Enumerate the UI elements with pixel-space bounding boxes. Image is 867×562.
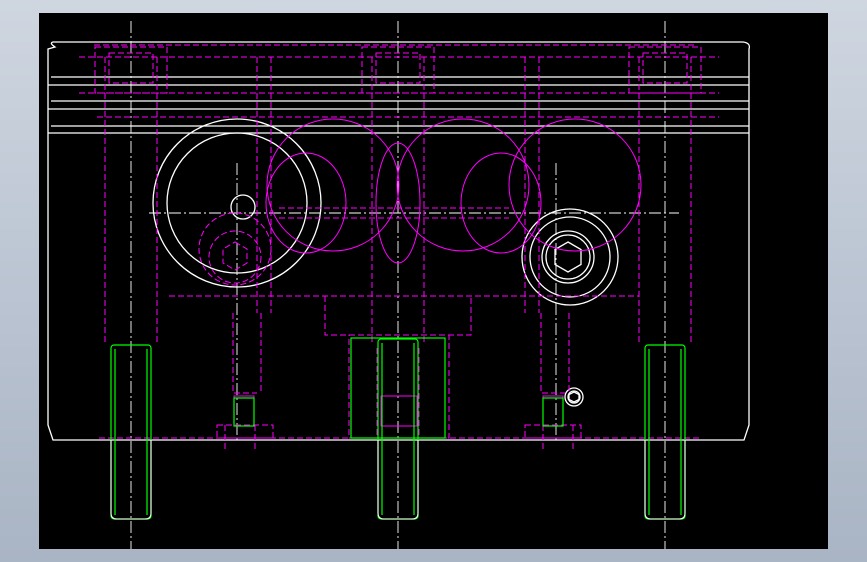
- small-insert-right: [542, 397, 564, 427]
- mold-assembly-drawing: [47, 21, 751, 549]
- main-body-outline: [47, 41, 751, 441]
- hex-socket-screw-icon: [554, 241, 582, 273]
- pin-hole: [230, 194, 256, 220]
- outer-profile: [47, 41, 751, 441]
- bore-right-outer: [521, 208, 619, 306]
- port-1: [266, 118, 400, 252]
- hidden-lines: [79, 44, 719, 450]
- centerlines: [130, 21, 679, 549]
- cad-viewport[interactable]: [39, 13, 828, 549]
- screw-head-outer: [541, 230, 595, 284]
- small-hex-screw-icon: [568, 391, 580, 403]
- small-screw-inner: [567, 390, 581, 404]
